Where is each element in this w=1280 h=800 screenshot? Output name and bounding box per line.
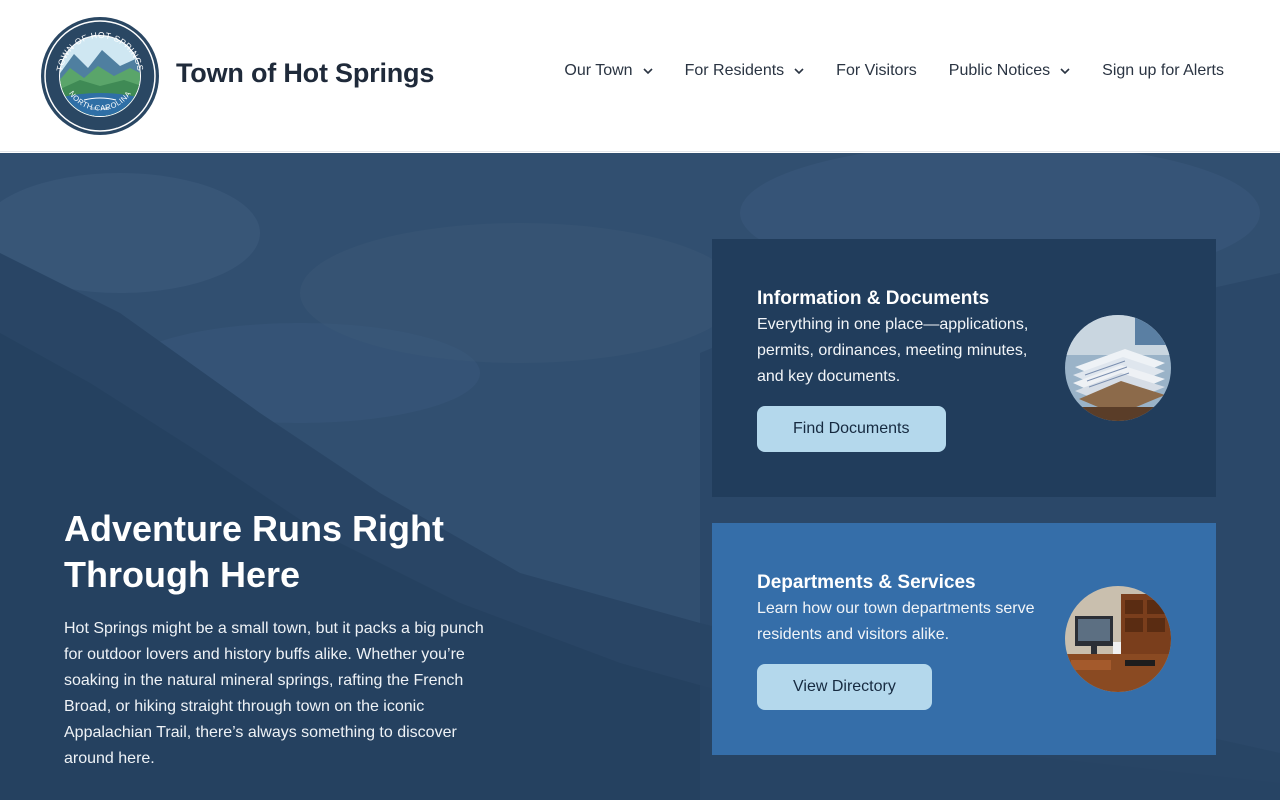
nav-label: For Residents [684, 62, 785, 79]
stacked-papers-photo [1065, 315, 1171, 421]
nav-label: Sign up for Alerts [1102, 62, 1224, 79]
svg-text:EST. 1886: EST. 1886 [91, 106, 110, 111]
office-desk-photo [1065, 586, 1171, 692]
nav-label: Public Notices [948, 62, 1051, 79]
nav-for-visitors[interactable]: For Visitors [836, 62, 917, 80]
view-directory-button[interactable]: View Directory [757, 664, 932, 710]
chevron-down-icon [794, 68, 804, 75]
nav-label: Our Town [564, 62, 633, 79]
town-seal-icon: TOWN OF HOT SPRINGS NORTH CAROLINA EST. … [41, 17, 159, 135]
hero-section: Adventure Runs Right Through Here Hot Sp… [0, 153, 1280, 800]
information-documents-card: Information & Documents Everything in on… [712, 239, 1216, 497]
nav-our-town[interactable]: Our Town [564, 62, 653, 80]
nav-public-notices[interactable]: Public Notices [949, 62, 1070, 80]
nav-sign-up-alerts[interactable]: Sign up for Alerts [1102, 62, 1224, 80]
papers-image-icon [1065, 315, 1171, 421]
card-description: Learn how our town departments serve res… [757, 600, 1035, 643]
departments-services-card: Departments & Services Learn how our tow… [712, 523, 1216, 755]
site-title[interactable]: Town of Hot Springs [176, 58, 434, 89]
town-seal-logo[interactable]: TOWN OF HOT SPRINGS NORTH CAROLINA EST. … [40, 16, 160, 136]
find-documents-button[interactable]: Find Documents [757, 406, 946, 452]
chevron-down-icon [643, 68, 653, 75]
chevron-down-icon [1060, 68, 1070, 75]
office-image-icon [1065, 586, 1171, 692]
nav-for-residents[interactable]: For Residents [685, 62, 805, 80]
hero-description: Hot Springs might be a small town, but i… [64, 620, 484, 767]
main-navigation: Our Town For Residents For Visitors Publ… [564, 62, 1224, 80]
site-header: TOWN OF HOT SPRINGS NORTH CAROLINA EST. … [0, 0, 1280, 152]
card-title: Information & Documents [757, 288, 990, 309]
nav-label: For Visitors [836, 62, 917, 79]
hero-heading: Adventure Runs Right Through Here [64, 508, 445, 595]
card-title: Departments & Services [757, 572, 976, 593]
card-description: Everything in one place—applications, pe… [757, 316, 1029, 385]
